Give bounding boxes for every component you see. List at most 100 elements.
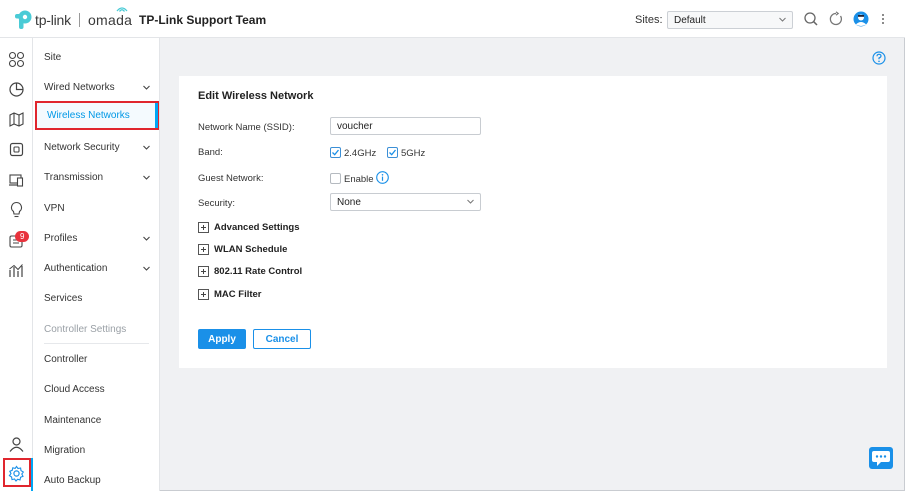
guest-enable-checkbox[interactable]: [330, 173, 341, 184]
logo-divider: [78, 13, 80, 27]
reports-icon[interactable]: [8, 262, 25, 279]
statistics-icon[interactable]: [8, 81, 25, 98]
guest-enable-label: Enable: [344, 174, 374, 185]
chevron-down-icon: [143, 236, 150, 241]
expander-label: MAC Filter: [214, 289, 262, 300]
nav-item-controller[interactable]: Controller: [44, 354, 87, 365]
clients-icon[interactable]: [8, 171, 25, 188]
band-5ghz-label: 5GHz: [401, 148, 426, 159]
account-icon[interactable]: [8, 436, 25, 453]
nav-item-label: Auto Backup: [44, 475, 101, 486]
edit-wireless-network-card: Edit Wireless Network Network Name (SSID…: [179, 76, 887, 368]
nav-item-label: Site: [44, 52, 62, 63]
chevron-down-icon: [143, 175, 150, 180]
omada-label: omada: [87, 12, 133, 28]
expand-plus-icon: [198, 244, 209, 255]
nav-item-cloud-access[interactable]: Cloud Access: [44, 384, 105, 395]
ssid-input[interactable]: [330, 117, 481, 135]
site-title: TP-Link Support Team: [139, 13, 267, 27]
nav-item-label: Network Security: [44, 142, 120, 153]
nav-divider: [44, 343, 149, 344]
checkmark-icon: [389, 149, 397, 156]
nav-section-label: Controller Settings: [44, 324, 127, 335]
nav-item-maintenance[interactable]: Maintenance: [44, 415, 101, 426]
devices-icon[interactable]: [8, 141, 25, 158]
rate-control-expander[interactable]: 802.11 Rate Control: [198, 266, 302, 277]
omada-wordmark: omada: [87, 7, 133, 28]
nav-item-label: VPN: [44, 203, 65, 214]
nav-active-indicator: [155, 103, 158, 128]
nav-item-label: Wireless Networks: [47, 110, 130, 121]
nav-item-transmission[interactable]: Transmission: [44, 172, 150, 183]
expand-plus-icon: [198, 289, 209, 300]
user-avatar-icon[interactable]: [853, 11, 869, 27]
expander-label: 802.11 Rate Control: [214, 266, 303, 277]
apply-button[interactable]: Apply: [198, 329, 246, 349]
expand-plus-icon: [198, 266, 209, 277]
nav-item-authentication[interactable]: Authentication: [44, 263, 150, 274]
card-title: Edit Wireless Network: [198, 90, 314, 102]
band-24ghz-label: 2.4GHz: [344, 148, 377, 159]
nav-item-migration[interactable]: Migration: [44, 445, 85, 456]
wifi-arc-icon: [116, 7, 128, 12]
nav-item-vpn[interactable]: VPN: [44, 203, 65, 214]
advanced-settings-expander[interactable]: Advanced Settings: [198, 222, 300, 233]
nav-item-profiles[interactable]: Profiles: [44, 233, 150, 244]
search-icon[interactable]: [803, 11, 819, 27]
sites-label: Sites:: [635, 14, 663, 26]
nav-item-wired-networks[interactable]: Wired Networks: [44, 82, 150, 93]
chevron-down-icon: [143, 85, 150, 90]
nav-item-network-security[interactable]: Network Security: [44, 142, 150, 153]
tplink-wordmark: tp-link: [35, 12, 71, 28]
brand-logo[interactable]: tp-link omada: [12, 7, 133, 30]
wlan-schedule-expander[interactable]: WLAN Schedule: [198, 244, 287, 255]
nav-item-label: Wired Networks: [44, 82, 115, 93]
expander-label: Advanced Settings: [214, 222, 300, 233]
expander-label: WLAN Schedule: [214, 244, 288, 255]
nav-section-controller-settings: Controller Settings: [44, 324, 126, 335]
settings-nav: Site Wired Networks Wireless Networks Ne…: [33, 38, 160, 491]
dashboard-icon[interactable]: [8, 51, 25, 68]
more-icon[interactable]: [878, 11, 888, 27]
chevron-down-icon: [779, 17, 786, 22]
refresh-icon[interactable]: [828, 11, 844, 27]
tplink-logo-icon: [15, 10, 32, 29]
cancel-button[interactable]: Cancel: [253, 329, 311, 349]
band-24ghz-checkbox[interactable]: [330, 147, 341, 158]
chevron-down-icon: [143, 266, 150, 271]
nav-item-label: Profiles: [44, 233, 78, 244]
nav-item-label: Authentication: [44, 263, 108, 274]
nav-item-label: Cloud Access: [44, 384, 105, 395]
settings-icon[interactable]: [8, 465, 25, 482]
info-icon[interactable]: [376, 171, 389, 184]
map-icon[interactable]: [8, 111, 25, 128]
ssid-label: Network Name (SSID):: [198, 122, 295, 133]
sites-select-value: Default: [674, 15, 706, 26]
sites-select[interactable]: Default: [667, 11, 793, 29]
chat-support-button[interactable]: [869, 447, 893, 469]
nav-item-auto-backup[interactable]: Auto Backup: [44, 475, 101, 486]
icon-rail: 9: [0, 38, 33, 491]
nav-item-label: Services: [44, 293, 83, 304]
nav-item-label: Maintenance: [44, 415, 102, 426]
expand-plus-icon: [198, 222, 209, 233]
band-label: Band:: [198, 147, 223, 158]
chat-icon: [872, 451, 890, 466]
chevron-down-icon: [467, 199, 474, 204]
top-header: tp-link omada TP-Link Support Team Sites…: [0, 0, 905, 38]
insight-icon[interactable]: [8, 201, 25, 218]
help-icon[interactable]: [872, 51, 886, 65]
nav-item-site[interactable]: Site: [44, 52, 61, 63]
checkmark-icon: [332, 149, 340, 156]
chevron-down-icon: [143, 145, 150, 150]
nav-item-wireless-networks[interactable]: Wireless Networks: [35, 101, 159, 130]
security-select-value: None: [337, 197, 361, 208]
nav-item-services[interactable]: Services: [44, 293, 82, 304]
guest-network-label: Guest Network:: [198, 173, 264, 184]
mac-filter-expander[interactable]: MAC Filter: [198, 289, 262, 300]
security-select[interactable]: None: [330, 193, 481, 211]
nav-item-label: Controller: [44, 354, 88, 365]
band-5ghz-checkbox[interactable]: [387, 147, 398, 158]
notification-badge: 9: [15, 231, 30, 242]
nav-item-label: Migration: [44, 445, 86, 456]
